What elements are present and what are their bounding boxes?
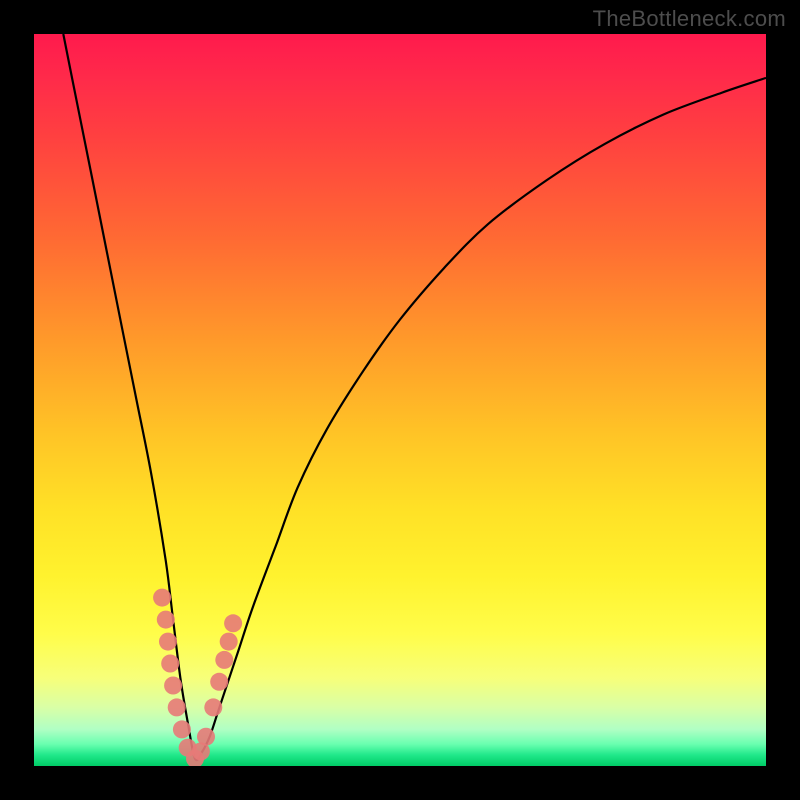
marker-dot xyxy=(159,633,177,651)
bottleneck-curve-svg xyxy=(34,34,766,766)
outer-frame: TheBottleneck.com xyxy=(0,0,800,800)
marker-dot xyxy=(220,633,238,651)
marker-dot xyxy=(215,651,233,669)
marker-dot xyxy=(168,698,186,716)
marker-dot xyxy=(164,677,182,695)
marker-dot xyxy=(210,673,228,691)
marker-dot xyxy=(157,611,175,629)
bottleneck-curve-path xyxy=(63,34,766,760)
marker-dot xyxy=(173,720,191,738)
marker-dot xyxy=(204,698,222,716)
marker-dot xyxy=(224,614,242,632)
plot-area xyxy=(34,34,766,766)
watermark-text: TheBottleneck.com xyxy=(593,6,786,32)
marker-dot xyxy=(153,589,171,607)
marker-dot xyxy=(161,655,179,673)
marker-dot xyxy=(197,728,215,746)
